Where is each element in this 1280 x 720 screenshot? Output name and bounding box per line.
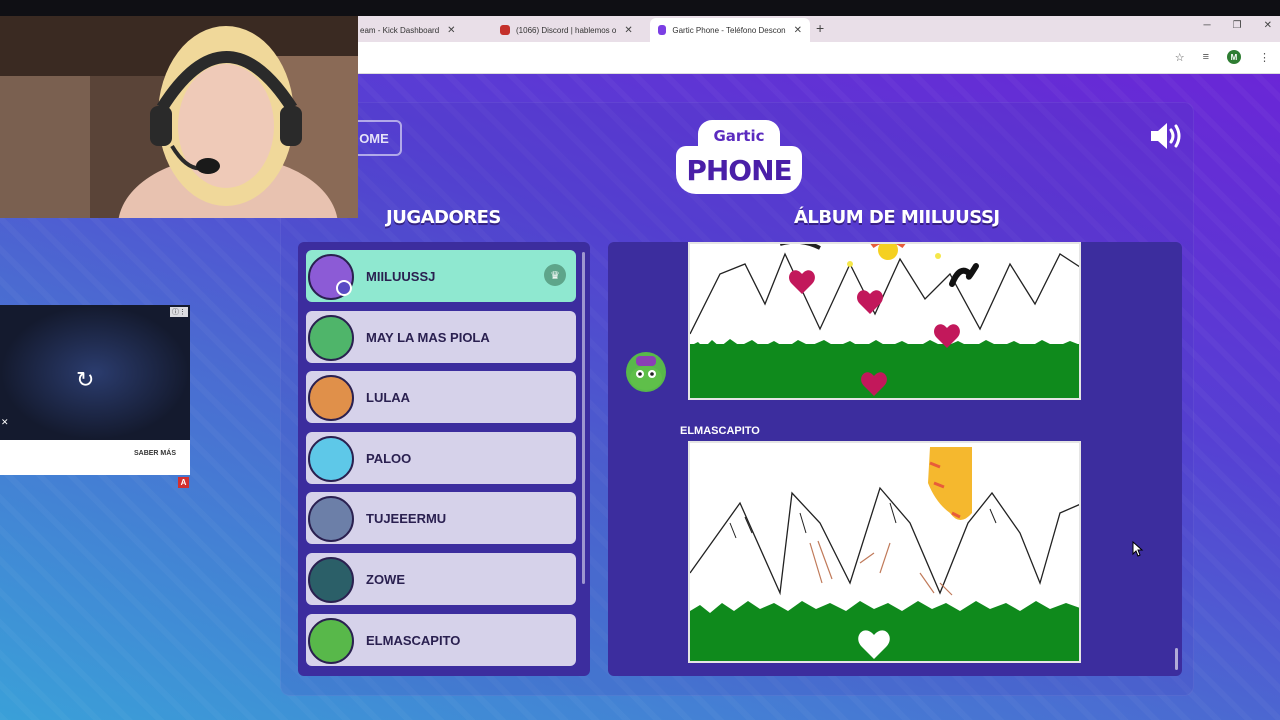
tab-gartic-phone[interactable]: Gartic Phone - Teléfono Descon ✕: [650, 18, 810, 42]
crown-icon: ♛: [544, 264, 566, 286]
menu-icon[interactable]: ⋮: [1259, 51, 1270, 64]
tab-title: eam - Kick Dashboard: [360, 25, 440, 35]
player-name: MAY LA MAS PIOLA: [366, 329, 490, 345]
ad-video[interactable]: [0, 305, 190, 440]
logo-top-text: Gartic: [713, 127, 765, 145]
ad-overlay[interactable]: ↻ ⓘ⋮ ✕ SABER MÁS A: [0, 305, 190, 488]
minimize-icon[interactable]: ─: [1204, 20, 1211, 31]
player-avatar: [308, 496, 354, 542]
ad-footer: SABER MÁS: [0, 440, 190, 475]
tab-kick-dashboard[interactable]: eam - Kick Dashboard ✕: [352, 18, 488, 42]
gartic-icon: [658, 25, 667, 35]
player-row[interactable]: ZOWE: [306, 553, 576, 605]
player-row[interactable]: MAY LA MAS PIOLA: [306, 311, 576, 363]
window-controls: ─ ❐ ✕: [1204, 20, 1272, 31]
profile-avatar[interactable]: M: [1227, 50, 1241, 64]
window-titlebar: [0, 0, 1280, 16]
close-window-icon[interactable]: ✕: [1264, 20, 1272, 31]
tab-title: Gartic Phone - Teléfono Descon: [672, 25, 786, 35]
player-avatar: [308, 436, 354, 482]
players-scrollbar[interactable]: [582, 252, 585, 584]
ad-cta-button[interactable]: SABER MÁS: [134, 450, 176, 457]
new-tab-button[interactable]: +: [816, 20, 824, 36]
player-row[interactable]: MIILUUSSJ ♛: [306, 250, 576, 302]
album-scrollbar[interactable]: [1175, 648, 1178, 670]
webcam-overlay: [0, 16, 358, 218]
player-avatar: [308, 375, 354, 421]
player-row[interactable]: PALOO: [306, 432, 576, 484]
player-name: MIILUUSSJ: [366, 268, 436, 284]
close-ad-icon[interactable]: ✕: [1, 417, 9, 428]
album-author-name: ELMASCAPITO: [680, 425, 760, 437]
player-name: TUJEEERMU: [366, 510, 447, 526]
player-row[interactable]: LULAA: [306, 371, 576, 423]
author-avatar: [626, 352, 666, 392]
ad-badge: A: [178, 477, 189, 488]
album-drawing-2: [688, 441, 1081, 663]
replay-icon[interactable]: ↻: [76, 367, 94, 393]
close-icon[interactable]: ✕: [447, 25, 455, 36]
host-badge-icon: [336, 280, 352, 296]
close-icon[interactable]: ✕: [624, 25, 632, 36]
logo-bottom-text: PHONE: [686, 153, 792, 187]
players-heading: JUGADORES: [386, 207, 501, 228]
player-avatar: [308, 557, 354, 603]
player-name: LULAA: [366, 389, 411, 405]
player-avatar: [308, 315, 354, 361]
player-name: PALOO: [366, 450, 412, 466]
mouse-cursor-icon: [1132, 541, 1144, 557]
player-name: ELMASCAPITO: [366, 632, 461, 648]
album-heading: ÁLBUM DE MIILUUSSJ: [794, 207, 1000, 228]
player-avatar: [308, 618, 354, 664]
ad-info-icon[interactable]: ⓘ⋮: [170, 307, 188, 317]
player-row[interactable]: ELMASCAPITO: [306, 614, 576, 666]
discord-icon: [500, 25, 510, 35]
player-name: ZOWE: [366, 571, 405, 587]
restore-icon[interactable]: ❐: [1233, 20, 1242, 31]
reading-list-icon[interactable]: ≡: [1203, 51, 1209, 63]
album-drawing-1: [688, 242, 1081, 400]
bookmark-star-icon[interactable]: ☆: [1175, 51, 1185, 64]
close-icon[interactable]: ✕: [794, 25, 802, 36]
speaker-icon[interactable]: [1148, 120, 1184, 152]
player-row[interactable]: TUJEEERMU: [306, 492, 576, 544]
tab-title: (1066) Discord | hablemos o: [516, 25, 617, 35]
tab-discord[interactable]: (1066) Discord | hablemos o ✕: [492, 18, 648, 42]
gartic-phone-logo: Gartic PHONE: [676, 120, 802, 198]
